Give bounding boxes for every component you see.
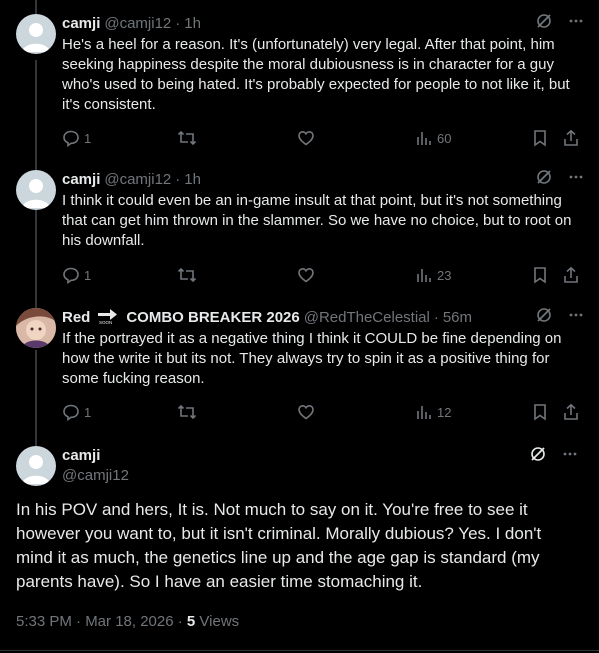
views-icon xyxy=(417,406,431,419)
reply-count: 1 xyxy=(84,267,92,283)
repost-icon xyxy=(177,267,197,283)
tweet-text: In his POV and hers, It is. Not much to … xyxy=(16,500,542,591)
user-handle[interactable]: @camji12 xyxy=(104,170,171,190)
grok-icon[interactable] xyxy=(535,168,553,192)
heart-icon xyxy=(298,404,314,420)
bookmark-icon xyxy=(534,404,546,421)
views-count: 23 xyxy=(437,267,452,283)
bookmark-icon xyxy=(534,267,546,284)
bookmark-button[interactable] xyxy=(531,403,549,421)
views-button[interactable]: 12 xyxy=(415,403,451,421)
thread-line xyxy=(35,60,37,172)
bookmark-button[interactable] xyxy=(531,129,549,147)
timestamp[interactable]: 1h xyxy=(184,170,201,190)
repost-button[interactable] xyxy=(177,129,197,147)
separator-dot: · xyxy=(175,171,181,188)
separator-dot: · xyxy=(433,309,439,326)
reply-count: 1 xyxy=(84,130,92,146)
views-button[interactable]: 60 xyxy=(415,129,451,147)
timestamp[interactable]: 56m xyxy=(443,308,472,328)
grok-icon[interactable] xyxy=(529,445,547,467)
display-name-suffix[interactable]: COMBO BREAKER 2026 xyxy=(126,308,299,328)
repost-button[interactable] xyxy=(177,266,197,284)
grok-icon[interactable] xyxy=(535,12,553,36)
post-timestamp[interactable]: 5:33 PM · Mar 18, 2026 · xyxy=(16,613,187,630)
views-count: 5 xyxy=(186,613,196,630)
display-name[interactable]: camji xyxy=(62,446,129,466)
heart-icon xyxy=(298,130,314,146)
views-icon xyxy=(417,132,431,145)
reply-count: 1 xyxy=(84,404,92,420)
tweet-text: I think it could even be an in-game insu… xyxy=(62,192,572,249)
avatar[interactable] xyxy=(16,170,56,210)
grok-icon[interactable] xyxy=(535,306,553,330)
user-handle[interactable]: @camji12 xyxy=(62,466,129,486)
more-options-icon[interactable] xyxy=(561,445,579,467)
avatar[interactable] xyxy=(16,308,56,348)
thread-line xyxy=(35,350,37,446)
display-name[interactable]: camji xyxy=(62,14,100,34)
share-icon xyxy=(564,403,578,420)
display-name[interactable]: camji xyxy=(62,170,100,190)
like-button[interactable] xyxy=(297,403,315,421)
avatar[interactable] xyxy=(16,446,56,486)
views-count: 12 xyxy=(437,404,452,420)
repost-button[interactable] xyxy=(177,403,197,421)
soon-arrow-emoji-icon: SOON xyxy=(96,305,120,331)
tweet-text: If the portrayed it as a negative thing … xyxy=(62,330,562,387)
share-icon xyxy=(564,129,578,146)
separator-dot: · xyxy=(175,15,181,32)
reply-icon xyxy=(63,267,79,284)
user-handle[interactable]: @RedTheCelestial xyxy=(304,308,430,328)
views-count: 60 xyxy=(437,130,452,146)
reply-button[interactable]: 1 xyxy=(62,129,91,147)
tweet-meta: 5:33 PM · Mar 18, 2026 · 5 Views xyxy=(16,612,239,632)
bookmark-icon xyxy=(534,130,546,147)
reply-icon xyxy=(63,404,79,421)
like-button[interactable] xyxy=(297,266,315,284)
share-icon xyxy=(564,266,578,283)
thread-line xyxy=(35,0,37,14)
svg-text:SOON: SOON xyxy=(99,320,112,325)
avatar[interactable] xyxy=(16,14,56,54)
divider xyxy=(0,650,599,651)
user-handle[interactable]: @camji12 xyxy=(104,14,171,34)
more-options-icon[interactable] xyxy=(567,12,585,36)
more-options-icon[interactable] xyxy=(567,306,585,330)
views-button[interactable]: 23 xyxy=(415,266,451,284)
more-options-icon[interactable] xyxy=(567,168,585,192)
views-icon xyxy=(417,269,431,282)
heart-icon xyxy=(298,267,314,283)
tweet-text: He's a heel for a reason. It's (unfortun… xyxy=(62,36,570,113)
share-button[interactable] xyxy=(562,129,580,147)
thread-line xyxy=(35,210,37,308)
share-button[interactable] xyxy=(562,403,580,421)
views-label: Views xyxy=(195,613,240,630)
repost-icon xyxy=(177,130,197,146)
reply-button[interactable]: 1 xyxy=(62,266,91,284)
reply-button[interactable]: 1 xyxy=(62,403,91,421)
bookmark-button[interactable] xyxy=(531,266,549,284)
like-button[interactable] xyxy=(297,129,315,147)
reply-icon xyxy=(63,130,79,147)
repost-icon xyxy=(177,404,197,420)
timestamp[interactable]: 1h xyxy=(184,14,201,34)
share-button[interactable] xyxy=(562,266,580,284)
display-name[interactable]: Red xyxy=(62,308,90,328)
